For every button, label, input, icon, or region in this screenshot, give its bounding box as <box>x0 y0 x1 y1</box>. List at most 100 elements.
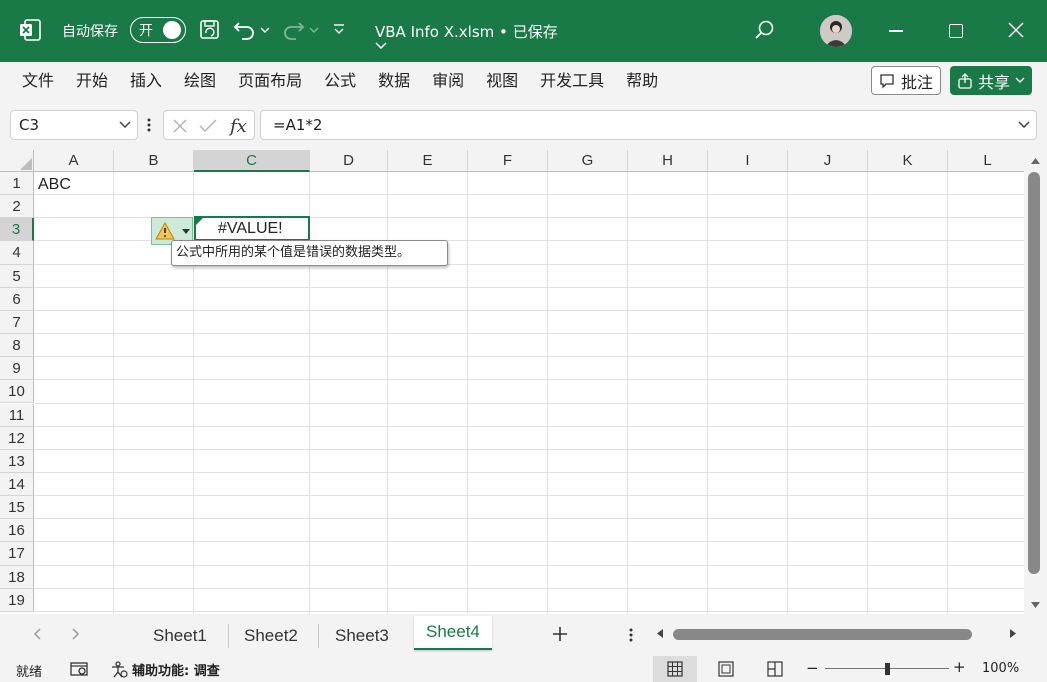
row-header-6[interactable]: 6 <box>0 287 34 311</box>
tab-file[interactable]: 文件 <box>0 62 65 100</box>
minimize-icon[interactable] <box>889 30 903 32</box>
more-options-icon[interactable] <box>147 118 151 132</box>
tab-insert[interactable]: 插入 <box>119 62 173 100</box>
gridline <box>627 172 628 614</box>
column-header-c[interactable]: C <box>194 150 310 172</box>
page-layout-icon[interactable] <box>718 661 734 677</box>
chevron-down-icon[interactable] <box>1018 121 1030 129</box>
scroll-right-icon[interactable] <box>1010 629 1016 638</box>
row-header-1[interactable]: 1 <box>0 172 34 196</box>
sheet-tab-3[interactable]: Sheet3 <box>335 622 389 650</box>
fx-icon[interactable]: fx <box>228 115 250 137</box>
excel-logo-icon <box>18 18 42 42</box>
select-all-corner[interactable] <box>0 150 34 172</box>
undo-dropdown-icon[interactable] <box>260 26 270 34</box>
tab-review[interactable]: 审阅 <box>421 62 475 100</box>
scroll-up-icon[interactable] <box>1031 158 1040 164</box>
column-header-i[interactable]: I <box>708 150 788 172</box>
save-icon[interactable] <box>199 19 221 41</box>
worksheet-grid[interactable]: 19 18 17 16 15 14 13 12 11 10 9 8 7 6 5 4 3 2 1 L K J I H G F E D C B… <box>0 150 1024 614</box>
accessibility-check[interactable]: 辅助功能: 调查 <box>110 660 220 679</box>
comment-button[interactable]: 批注 <box>871 66 941 95</box>
formula-input[interactable]: =A1*2 <box>260 110 1037 140</box>
column-header-g[interactable]: G <box>548 150 628 172</box>
customize-icon[interactable] <box>333 23 345 37</box>
page-break-icon[interactable] <box>767 661 783 677</box>
svg-text:fx: fx <box>228 116 247 137</box>
row-header-14[interactable]: 14 <box>0 472 34 497</box>
title-bar: 自动保存 开 VBA Info X.xlsm • 已保存 <box>0 0 1047 62</box>
row-header-3[interactable]: 3 <box>0 218 34 242</box>
cell-a1[interactable]: ABC <box>38 176 71 194</box>
document-title-group[interactable]: VBA Info X.xlsm • 已保存 <box>375 21 558 50</box>
sheet-tab-1[interactable]: Sheet1 <box>153 622 207 650</box>
column-header-f[interactable]: F <box>468 150 548 172</box>
zoom-slider-thumb[interactable] <box>885 663 890 675</box>
tab-help[interactable]: 帮助 <box>615 62 669 100</box>
formula-value: =A1*2 <box>273 116 323 134</box>
macro-record-icon[interactable] <box>70 661 90 677</box>
column-header-a[interactable]: A <box>34 150 114 172</box>
chevron-left-icon[interactable] <box>33 628 41 640</box>
tab-view[interactable]: 视图 <box>475 62 529 100</box>
row-header-19[interactable]: 19 <box>0 588 34 612</box>
scroll-down-icon[interactable] <box>1031 602 1040 608</box>
tab-formulas[interactable]: 公式 <box>313 62 367 100</box>
add-sheet-icon[interactable] <box>552 626 568 642</box>
row-header-11[interactable]: 11 <box>0 403 34 427</box>
zoom-in-button[interactable]: + <box>953 658 966 676</box>
redo-dropdown-icon[interactable] <box>309 26 319 34</box>
column-header-e[interactable]: E <box>388 150 468 172</box>
column-header-b[interactable]: B <box>114 150 194 172</box>
column-header-k[interactable]: K <box>868 150 948 172</box>
scroll-left-icon[interactable] <box>657 629 663 638</box>
redo-icon[interactable] <box>281 19 305 41</box>
row-header-16[interactable]: 16 <box>0 519 34 543</box>
row-header-17[interactable]: 17 <box>0 542 34 566</box>
close-icon[interactable] <box>1008 22 1024 38</box>
tab-home[interactable]: 开始 <box>65 62 119 100</box>
row-header-13[interactable]: 13 <box>0 449 34 473</box>
sheet-tab-4[interactable]: Sheet4 <box>414 616 492 650</box>
normal-view-button[interactable] <box>653 656 697 682</box>
row-header-7[interactable]: 7 <box>0 310 34 335</box>
row-header-10[interactable]: 10 <box>0 380 34 404</box>
tab-draw[interactable]: 绘图 <box>173 62 227 100</box>
maximize-icon[interactable] <box>949 24 963 38</box>
autosave-toggle[interactable]: 开 <box>130 17 186 43</box>
tab-developer[interactable]: 开发工具 <box>529 62 615 100</box>
more-options-icon[interactable] <box>629 628 633 642</box>
zoom-out-button[interactable]: − <box>806 659 819 677</box>
row-header-4[interactable]: 4 <box>0 241 34 265</box>
chevron-right-icon[interactable] <box>72 628 80 640</box>
vertical-scroll-thumb[interactable] <box>1028 172 1040 574</box>
gridline <box>34 356 1024 358</box>
row-header-5[interactable]: 5 <box>0 264 34 288</box>
cell-c3[interactable]: #VALUE! <box>194 216 310 241</box>
column-header-d[interactable]: D <box>310 150 388 172</box>
share-button[interactable]: 共享 <box>950 66 1032 95</box>
tab-page-layout[interactable]: 页面布局 <box>227 62 313 100</box>
accessibility-label: 辅助功能: 调查 <box>132 664 220 679</box>
row-header-9[interactable]: 9 <box>0 357 34 381</box>
zoom-level[interactable]: 100% <box>982 661 1019 676</box>
row-header-2[interactable]: 2 <box>0 195 34 219</box>
row-header-15[interactable]: 15 <box>0 496 34 520</box>
name-box[interactable]: C3 <box>10 110 138 140</box>
tab-data[interactable]: 数据 <box>367 62 421 100</box>
search-icon[interactable] <box>753 19 775 41</box>
column-header-h[interactable]: H <box>628 150 708 172</box>
enter-icon[interactable] <box>199 118 217 134</box>
row-header-18[interactable]: 18 <box>0 565 34 589</box>
undo-icon[interactable] <box>233 19 257 41</box>
avatar[interactable] <box>820 15 852 47</box>
horizontal-scroll-thumb[interactable] <box>673 629 972 640</box>
column-header-j[interactable]: J <box>788 150 868 172</box>
sheet-tab-2[interactable]: Sheet2 <box>244 622 298 650</box>
chevron-down-icon[interactable] <box>119 121 131 129</box>
column-header-l[interactable]: L <box>948 150 1024 172</box>
autosave-label: 自动保存 <box>62 24 118 40</box>
cancel-icon[interactable] <box>172 118 188 134</box>
row-header-12[interactable]: 12 <box>0 426 34 450</box>
row-header-8[interactable]: 8 <box>0 334 34 358</box>
